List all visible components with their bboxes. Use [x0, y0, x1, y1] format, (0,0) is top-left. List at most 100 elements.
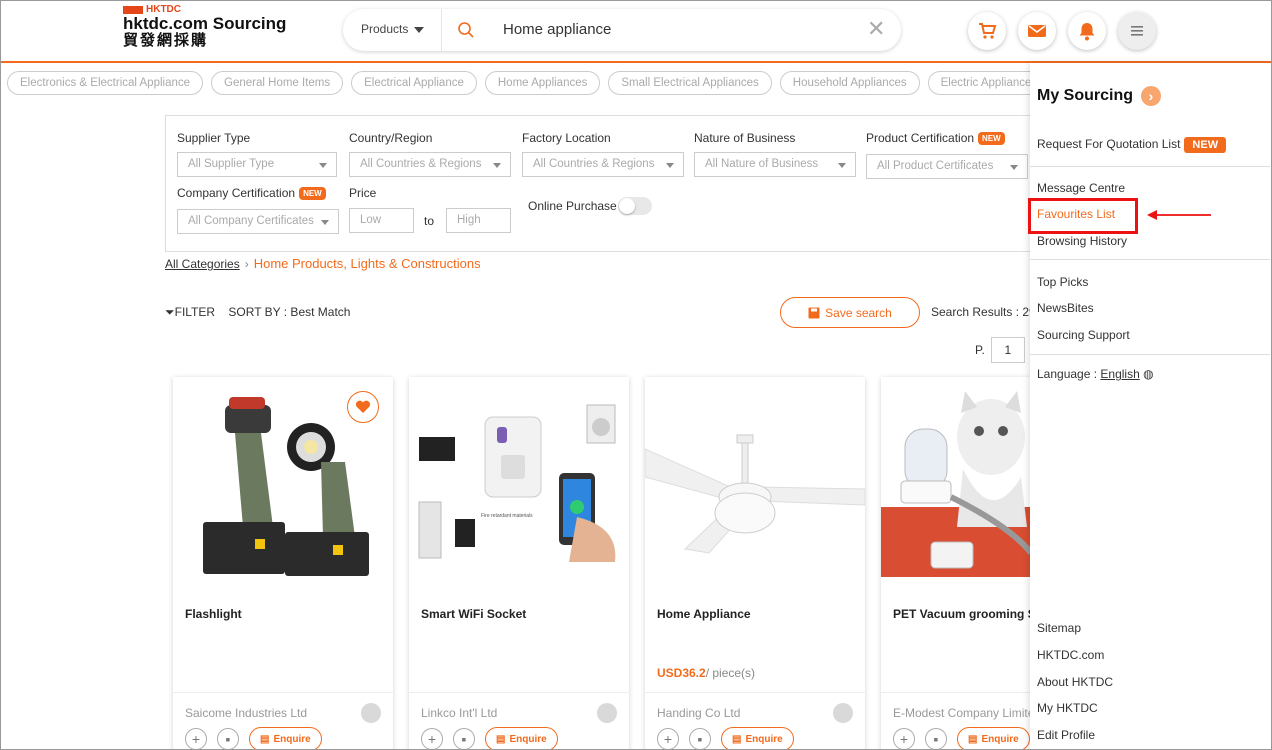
supplier-type-select[interactable]: All Supplier Type [177, 152, 337, 177]
price-low-input[interactable]: Low [349, 208, 414, 233]
product-title[interactable]: Home Appliance [657, 607, 751, 621]
enquire-button[interactable]: ▤ Enquire [957, 727, 1030, 749]
category-pill[interactable]: General Home Items [211, 71, 344, 95]
add-compare-button[interactable]: + [657, 728, 679, 749]
hktdc-logo[interactable]: HKTDC hktdc.com Sourcing 貿發網採購 [123, 4, 286, 49]
favourite-button[interactable] [347, 391, 379, 423]
add-compare-button[interactable]: + [893, 728, 915, 749]
menu-button[interactable] [1118, 12, 1156, 50]
category-pill[interactable]: Electronics & Electrical Appliance [7, 71, 204, 95]
supplier-name[interactable]: Handing Co Ltd [657, 706, 740, 720]
product-card[interactable]: Fire retardant materials Smart WiFi Sock… [409, 377, 629, 749]
chat-icon: ▪ [697, 731, 703, 747]
supplier-type-label: Supplier Type [177, 131, 251, 145]
sort-by-select[interactable]: SORT BY : Best Match [228, 305, 350, 319]
top-picks-link[interactable]: Top Picks [1037, 275, 1088, 289]
online-purchase-toggle[interactable] [618, 197, 652, 215]
chevron-right-icon: › [244, 257, 249, 271]
message-centre-link[interactable]: Message Centre [1037, 181, 1125, 195]
plus-icon: + [899, 731, 909, 747]
about-hktdc-link[interactable]: About HKTDC [1037, 675, 1113, 689]
enquire-button[interactable]: ▤ Enquire [249, 727, 322, 749]
search-bar: Products Home appliance ✕ [343, 9, 901, 51]
rfq-list-link[interactable]: Request For Quotation List NEW [1037, 137, 1227, 153]
bell-icon [1079, 23, 1095, 41]
mail-button[interactable] [1018, 12, 1056, 50]
document-icon: ▤ [496, 733, 506, 745]
plus-icon: + [663, 731, 673, 747]
document-icon: ▤ [732, 733, 742, 745]
save-search-button[interactable]: Save search [780, 297, 920, 328]
chat-button[interactable]: ▪ [217, 728, 239, 749]
add-compare-button[interactable]: + [421, 728, 443, 749]
chevron-down-icon [321, 220, 329, 225]
chat-button[interactable]: ▪ [925, 728, 947, 749]
chevron-down-icon [319, 163, 327, 168]
factory-location-select[interactable]: All Countries & Regions [522, 152, 684, 177]
add-compare-button[interactable]: + [185, 728, 207, 749]
chevron-down-icon [838, 163, 846, 168]
factory-location-label: Factory Location [522, 131, 611, 145]
close-icon[interactable]: ✕ [867, 18, 885, 40]
supplier-name[interactable]: Saicome Industries Ltd [185, 706, 307, 720]
product-image-ceiling-fan[interactable] [645, 377, 865, 577]
breadcrumb-current: Home Products, Lights & Constructions [253, 256, 481, 271]
document-icon: ▤ [260, 733, 270, 745]
sitemap-link[interactable]: Sitemap [1037, 621, 1081, 635]
header: HKTDC hktdc.com Sourcing 貿發網採購 Products … [1, 1, 1271, 63]
cart-button[interactable] [968, 12, 1006, 50]
product-title[interactable]: PET Vacuum grooming Set [893, 607, 1046, 621]
filter-panel: Supplier Type All Supplier Type Country/… [165, 115, 1045, 252]
sourcing-support-link[interactable]: Sourcing Support [1037, 328, 1130, 342]
chat-button[interactable]: ▪ [689, 728, 711, 749]
supplier-name[interactable]: E-Modest Company Limited [893, 706, 1041, 720]
category-pill[interactable]: Small Electrical Appliances [608, 71, 772, 95]
supplier-name[interactable]: Linkco Int'l Ltd [421, 706, 497, 720]
price-to-label: to [424, 214, 435, 228]
edit-profile-link[interactable]: Edit Profile [1037, 728, 1095, 742]
filter-icon: ⏷ [165, 305, 175, 319]
newsbites-link[interactable]: NewsBites [1037, 301, 1094, 315]
product-image-wifi-socket[interactable]: Fire retardant materials [409, 377, 629, 577]
filter-toggle[interactable]: ⏷FILTER [165, 305, 215, 319]
country-select[interactable]: All Countries & Regions [349, 152, 511, 177]
chat-icon: ▪ [933, 731, 939, 747]
page-number-input[interactable]: 1 [990, 337, 1025, 363]
company-cert-label: Company Certification NEW [177, 186, 326, 201]
plus-icon: + [191, 731, 201, 747]
online-purchase-label: Online Purchase [528, 199, 617, 213]
product-cert-select[interactable]: All Product Certificates [866, 154, 1028, 179]
category-pill[interactable]: Home Appliances [484, 71, 601, 95]
price-high-input[interactable]: High [446, 208, 511, 233]
notification-button[interactable] [1068, 12, 1106, 50]
search-icon[interactable] [457, 21, 475, 39]
chat-button[interactable]: ▪ [453, 728, 475, 749]
category-pill[interactable]: Household Appliances [779, 71, 920, 95]
breadcrumb-root-link[interactable]: All Categories [165, 257, 240, 271]
search-input[interactable]: Home appliance [503, 21, 611, 38]
company-cert-select[interactable]: All Company Certificates [177, 209, 339, 234]
sort-bar: ⏷FILTER SORT BY : Best Match [165, 305, 350, 320]
language-selector[interactable]: Language : English ◍ [1037, 367, 1154, 381]
logo-chinese: 貿發網採購 [123, 32, 209, 49]
product-card[interactable]: Home Appliance USD36.2/ piece(s) Handing… [645, 377, 865, 749]
price-label: Price [349, 186, 377, 200]
enquire-button[interactable]: ▤ Enquire [721, 727, 794, 749]
browsing-history-link[interactable]: Browsing History [1037, 234, 1127, 248]
category-pill[interactable]: Electrical Appliance [351, 71, 477, 95]
product-card[interactable]: Flashlight Saicome Industries Ltd + ▪ ▤ E… [173, 377, 393, 749]
highlight-box [1028, 198, 1138, 234]
my-hktdc-link[interactable]: My HKTDC [1037, 701, 1098, 715]
product-title[interactable]: Flashlight [185, 607, 242, 621]
search-type-select[interactable]: Products [361, 22, 425, 36]
hktdc-com-link[interactable]: HKTDC.com [1037, 648, 1104, 662]
document-icon: ▤ [968, 733, 978, 745]
my-sourcing-panel: My Sourcing › Request For Quotation List N… [1030, 63, 1271, 749]
new-badge: NEW [299, 187, 326, 201]
nature-business-select[interactable]: All Nature of Business [694, 152, 856, 177]
product-title[interactable]: Smart WiFi Socket [421, 607, 526, 621]
panel-title[interactable]: My Sourcing › [1037, 86, 1162, 106]
enquire-button[interactable]: ▤ Enquire [485, 727, 558, 749]
page-label: P. [975, 343, 985, 357]
chevron-down-icon [414, 26, 425, 33]
